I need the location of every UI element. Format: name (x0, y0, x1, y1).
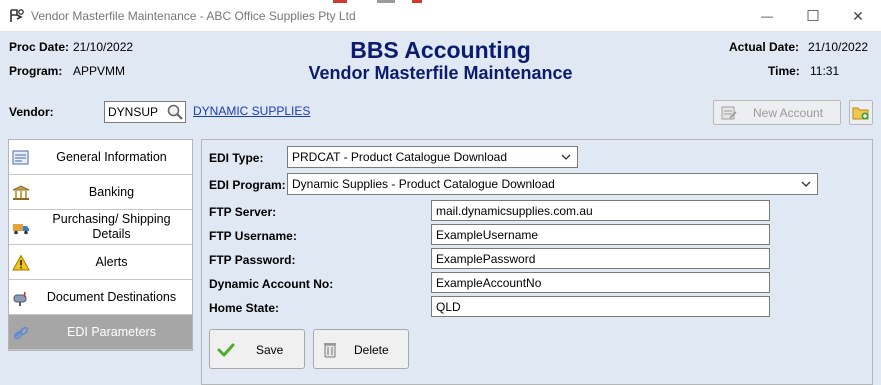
vendor-label: Vendor: (9, 105, 54, 119)
sidebar-item-general-information[interactable]: General Information (9, 140, 192, 175)
chevron-down-icon (801, 181, 811, 187)
sidebar-item-label: EDI Parameters (67, 324, 156, 339)
sidebar-item-label: Banking (88, 184, 135, 199)
minimize-icon: — (761, 9, 773, 23)
new-account-button[interactable]: New Account (713, 100, 841, 125)
open-folder-button[interactable] (849, 100, 873, 125)
ftp-password-value: ExamplePassword (436, 252, 536, 266)
ftp-server-field[interactable]: mail.dynamicsupplies.com.au (431, 200, 770, 221)
actual-date-value: 21/10/2022 (808, 40, 869, 54)
ftp-server-value: mail.dynamicsupplies.com.au (436, 204, 593, 218)
sidebar-item-label: Purchasing/ Shipping Details (52, 212, 171, 241)
form-icon (12, 150, 29, 165)
bank-icon (12, 185, 30, 200)
vendor-name-link[interactable]: DYNAMIC SUPPLIES (193, 104, 310, 118)
dynamic-account-label: Dynamic Account No: (209, 277, 334, 291)
new-account-label: New Account (753, 106, 824, 120)
window-titlebar: Vendor Masterfile Maintenance - ABC Offi… (0, 0, 881, 32)
search-icon[interactable] (166, 103, 184, 121)
home-state-label: Home State: (209, 301, 280, 315)
chevron-down-icon (561, 154, 571, 160)
actual-date-label: Actual Date: (729, 40, 800, 54)
close-button[interactable]: ✕ (835, 0, 881, 32)
app-icon (10, 9, 24, 22)
vendor-code-value: DYNSUP (108, 105, 159, 119)
trash-icon (324, 343, 336, 358)
taskbar-strip-left (333, 0, 347, 3)
save-label: Save (256, 343, 284, 357)
ftp-username-value: ExampleUsername (436, 228, 539, 242)
ftp-password-label: FTP Password: (209, 253, 296, 267)
sidebar-item-banking[interactable]: Banking (9, 175, 192, 210)
mailbox-icon (13, 292, 27, 306)
time-value: 11:31 (810, 64, 840, 78)
ftp-username-field[interactable]: ExampleUsername (431, 224, 770, 245)
warning-icon (12, 254, 30, 271)
edi-type-label: EDI Type: (209, 151, 264, 165)
home-state-value: QLD (436, 300, 461, 314)
sidebar-item-label: Alerts (95, 254, 128, 269)
delete-button[interactable]: Delete (313, 329, 409, 369)
window-title: Vendor Masterfile Maintenance - ABC Offi… (31, 9, 356, 23)
taskbar-strip-mid (377, 0, 395, 3)
edi-program-value: Dynamic Supplies - Product Catalogue Dow… (292, 177, 555, 191)
sidebar-item-edi-parameters[interactable]: EDI Parameters (9, 315, 192, 350)
edi-type-select[interactable]: PRDCAT - Product Catalogue Download (287, 146, 578, 168)
save-button[interactable]: Save (209, 329, 305, 369)
truck-icon (13, 224, 29, 235)
edi-type-value: PRDCAT - Product Catalogue Download (292, 150, 507, 164)
checkmark-icon (217, 343, 235, 357)
edi-program-select[interactable]: Dynamic Supplies - Product Catalogue Dow… (287, 173, 818, 195)
folder-add-icon (852, 107, 869, 119)
edi-program-label: EDI Program: (209, 178, 286, 192)
delete-label: Delete (354, 343, 389, 357)
page-title: Vendor Masterfile Maintenance (308, 63, 573, 83)
maximize-icon: ☐ (806, 8, 820, 25)
sidebar-item-label: Document Destinations (46, 289, 177, 304)
link-icon (13, 326, 29, 340)
dynamic-account-value: ExampleAccountNo (436, 276, 542, 290)
sidebar-item-alerts[interactable]: Alerts (9, 245, 192, 280)
dynamic-account-field[interactable]: ExampleAccountNo (431, 272, 770, 293)
ftp-username-label: FTP Username: (209, 229, 297, 243)
ftp-server-label: FTP Server: (209, 205, 277, 219)
new-account-icon (721, 106, 737, 120)
minimize-button[interactable]: — (744, 0, 790, 32)
sidebar-item-purchasing-shipping[interactable]: Purchasing/ Shipping Details (9, 210, 192, 245)
close-icon: ✕ (852, 7, 864, 24)
section-sidebar: General Information Banking Purchasing/ … (8, 139, 193, 351)
sidebar-item-document-destinations[interactable]: Document Destinations (9, 280, 192, 315)
sidebar-item-label: General Information (56, 149, 167, 164)
home-state-field[interactable]: QLD (431, 296, 770, 317)
time-label: Time: (768, 64, 800, 78)
maximize-button[interactable]: ☐ (790, 0, 836, 32)
ftp-password-field[interactable]: ExamplePassword (431, 248, 770, 269)
taskbar-strip-right (412, 0, 422, 3)
